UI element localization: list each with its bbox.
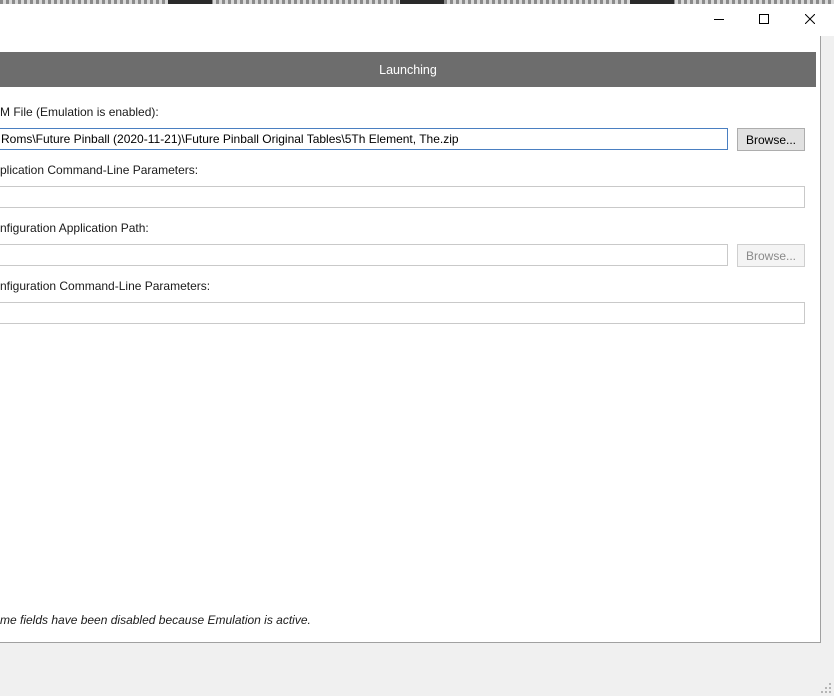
maximize-button[interactable] [741,4,787,34]
emulation-note: me fields have been disabled because Emu… [0,613,311,627]
config-params-label: nfiguration Command-Line Parameters: [0,279,211,293]
config-browse-button[interactable]: Browse... [737,244,805,267]
launching-panel: Launching M File (Emulation is enabled):… [0,36,821,643]
app-params-label: plication Command-Line Parameters: [0,163,199,177]
minimize-button[interactable] [696,4,742,34]
section-title: Launching [379,62,437,77]
app-params-input[interactable] [0,186,805,208]
maximize-icon [759,14,769,24]
rom-file-input[interactable] [0,128,728,150]
section-header: Launching [0,52,816,87]
background-strip-dark [630,0,674,4]
background-strip-dark [168,0,212,4]
minimize-icon [714,19,724,20]
config-path-input[interactable] [0,244,728,266]
resize-grip-icon[interactable] [820,682,832,694]
rom-browse-button[interactable]: Browse... [737,128,805,151]
rom-file-label: M File (Emulation is enabled): [0,105,159,119]
close-icon [805,14,815,24]
config-params-input[interactable] [0,302,805,324]
title-bar [0,0,834,36]
background-strip-dark [400,0,444,4]
config-path-label: nfiguration Application Path: [0,221,149,235]
close-button[interactable] [787,4,833,34]
